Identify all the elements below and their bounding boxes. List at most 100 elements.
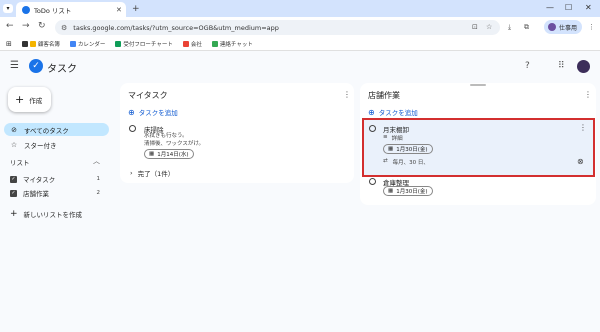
create-label: 作成 [29, 96, 43, 105]
chevron-right-icon: › [130, 169, 133, 177]
sidebar-item-label: スター付き [24, 141, 57, 150]
due-date-label: 1月30日(金) [396, 189, 428, 195]
list-label: マイタスク [23, 176, 56, 184]
sidebar-item-all-tasks[interactable]: ⊘ すべてのタスク [4, 123, 109, 136]
calendar-icon: ▦ [388, 188, 394, 194]
main-menu-icon[interactable]: ☰ [10, 60, 19, 71]
calendar-icon: ▦ [388, 146, 394, 152]
list-title: マイタスク [128, 91, 168, 100]
chat-icon [211, 40, 218, 47]
sheets-icon [115, 40, 122, 47]
app-title: タスク [47, 64, 77, 75]
new-list-label: 新しいリストを作成 [23, 211, 83, 219]
details-label: 詳細 [391, 136, 403, 142]
plus-icon: + [10, 209, 18, 219]
profile-label: 仕事用 [559, 24, 578, 32]
notes-icon: ≡ [383, 134, 388, 140]
bookmark-label: 受付フローチャート [123, 41, 173, 48]
apps-icon[interactable]: ⊞ [6, 40, 12, 48]
due-date-chip[interactable]: ▦ 1月30日(金) [383, 186, 433, 196]
list-options-icon[interactable]: ⋮ [343, 90, 351, 99]
list-item[interactable]: ✓ マイタスク 1 [10, 174, 100, 184]
minimize-icon[interactable]: — [546, 3, 554, 12]
bookmark-item-0[interactable]: 顧客名簿 [21, 40, 60, 48]
create-button[interactable]: + 作成 [8, 87, 51, 112]
tasks-favicon-icon [22, 5, 30, 14]
folder-icon [29, 40, 36, 47]
add-task-label: タスクを追加 [138, 109, 178, 117]
bookmark-label: 連絡チャット [219, 41, 253, 48]
tab-search-button[interactable]: ▾ [3, 4, 13, 13]
bookmark-item-3[interactable]: 会社 [182, 40, 202, 48]
sidebar-item-label: すべてのタスク [24, 126, 69, 135]
task-complete-checkbox[interactable] [369, 178, 376, 185]
list-item[interactable]: ✓ 店舗作業 2 [10, 188, 100, 198]
add-task-icon: ⊕ [128, 107, 135, 117]
plus-icon: + [15, 93, 25, 106]
back-icon[interactable]: ← [6, 21, 14, 31]
add-task-label: タスクを追加 [378, 109, 418, 117]
close-tab-icon[interactable]: ✕ [116, 6, 122, 14]
close-window-icon[interactable]: ✕ [585, 3, 592, 12]
task-complete-checkbox[interactable] [369, 125, 376, 132]
bookmarks-bar: ⊞ 顧客名簿 カレンダー 受付フローチャート 会社 連絡チャット [0, 37, 600, 51]
google-apps-icon[interactable]: ⠿ [558, 61, 565, 71]
calendar-icon [69, 40, 76, 47]
sidebar-item-starred[interactable]: ☆ スター付き [4, 138, 109, 151]
repeat-icon: ⇄ [383, 158, 388, 164]
bookmark-label: 顧客名簿 [37, 41, 60, 48]
repeat-label: 毎月、30 日、 [392, 160, 429, 166]
task-title[interactable]: 月末棚卸 [383, 124, 409, 134]
address-bar[interactable]: ⚙ tasks.google.com/tasks/?utm_source=OGB… [55, 20, 500, 35]
gmail-icon [182, 40, 189, 47]
new-tab-button[interactable]: + [132, 4, 140, 14]
maximize-icon[interactable]: ☐ [565, 3, 572, 12]
task-note: 清掃後、ワックスがけ。 [144, 141, 205, 147]
due-date-label: 1月14日(水) [157, 152, 189, 158]
check-circle-icon: ⊘ [11, 125, 17, 134]
chevron-up-icon[interactable]: ︿ [93, 156, 100, 166]
install-icon[interactable]: ⊡ [472, 23, 478, 31]
browser-menu-icon[interactable]: ⋮ [588, 23, 595, 31]
calendar-icon: ▦ [149, 151, 155, 157]
new-list-button[interactable]: + 新しいリストを作成 [10, 209, 82, 219]
task-complete-checkbox[interactable] [129, 125, 136, 132]
checkbox-checked-icon[interactable]: ✓ [10, 175, 17, 183]
browser-tab[interactable]: ToDo リスト [16, 2, 126, 17]
list-label: 店舗作業 [23, 190, 49, 198]
site-info-icon[interactable]: ⚙ [61, 24, 67, 32]
task-options-icon[interactable]: ⋮ [579, 123, 587, 132]
checkbox-checked-icon[interactable]: ✓ [10, 189, 17, 197]
download-icon[interactable]: ⤓ [508, 23, 511, 32]
task-details[interactable]: ≡ 詳細 [383, 134, 403, 142]
completed-toggle[interactable]: › 完了（1件） [130, 168, 174, 178]
url-text: tasks.google.com/tasks/?utm_source=OGB&u… [73, 23, 279, 32]
reload-icon[interactable]: ↻ [38, 21, 46, 31]
bookmark-item-1[interactable]: カレンダー [69, 40, 106, 48]
bookmark-label: カレンダー [77, 41, 106, 48]
list-title: 店舗作業 [368, 91, 400, 100]
help-icon[interactable]: ? [525, 61, 530, 71]
avatar[interactable] [577, 60, 590, 73]
remove-repeat-icon[interactable]: ⊗ [577, 157, 584, 166]
extensions-icon[interactable]: ⧉ [524, 23, 529, 32]
bookmark-item-4[interactable]: 連絡チャット [211, 40, 253, 48]
due-date-chip[interactable]: ▦ 1月30日(金) [383, 144, 433, 154]
add-task-button[interactable]: ⊕ タスクを追加 [368, 107, 418, 118]
due-date-chip[interactable]: ▦ 1月14日(水) [144, 149, 194, 159]
forward-icon[interactable]: → [22, 21, 30, 31]
bookmark-star-icon[interactable]: ☆ [486, 23, 492, 31]
add-task-button[interactable]: ⊕ タスクを追加 [128, 107, 178, 118]
bookmark-favicon-icon [21, 40, 28, 47]
list-count: 1 [96, 176, 101, 182]
repeat-info[interactable]: ⇄ 毎月、30 日、 [383, 158, 429, 166]
profile-button[interactable]: 仕事用 [544, 20, 582, 34]
list-count: 2 [96, 190, 101, 196]
task-note: 水拭きも行なう。 [144, 133, 188, 139]
profile-avatar-icon [548, 23, 556, 31]
list-options-icon[interactable]: ⋮ [584, 90, 592, 99]
due-date-label: 1月30日(金) [396, 147, 428, 153]
tasks-logo-icon: ✓ [29, 59, 43, 73]
drag-handle[interactable] [470, 84, 486, 86]
bookmark-item-2[interactable]: 受付フローチャート [115, 40, 173, 48]
